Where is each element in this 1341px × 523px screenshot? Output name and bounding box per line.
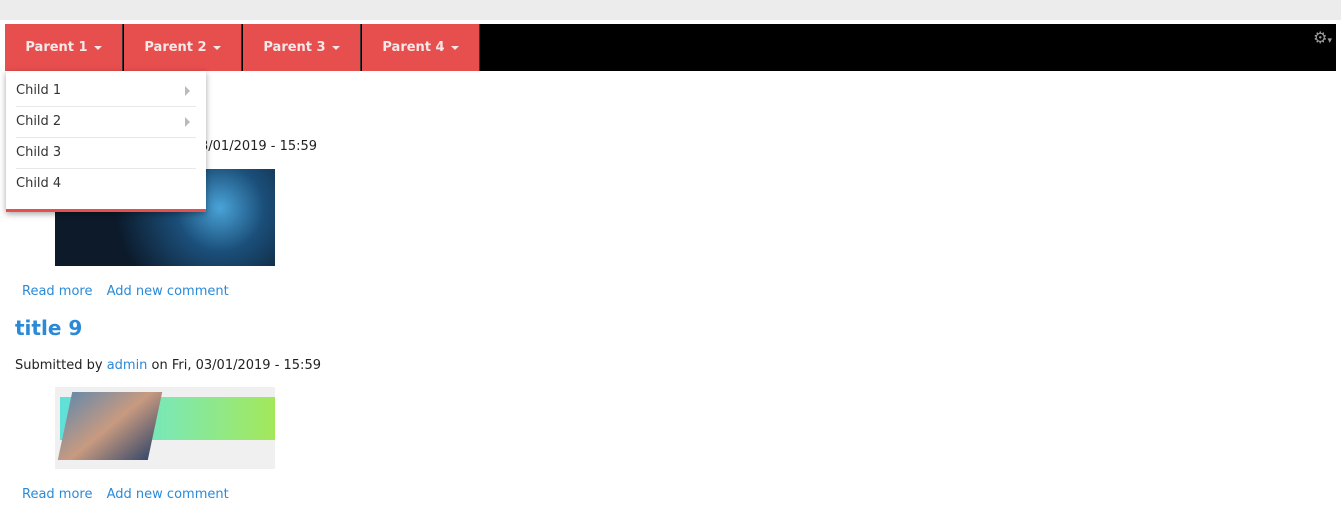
post-title[interactable]: title 9 — [15, 316, 82, 340]
author-link[interactable]: admin — [107, 358, 148, 373]
submitted-date: on Fri, 03/01/2019 - 15:59 — [147, 358, 321, 373]
post-image — [55, 387, 275, 469]
post-submitted-info: 3/01/2019 - 15:59 — [200, 139, 318, 154]
nav-label: Parent 3 — [263, 40, 326, 55]
post-submitted-info: Submitted by admin on Fri, 03/01/2019 - … — [15, 358, 321, 373]
post-links: Read more Add new comment — [22, 284, 239, 299]
chevron-right-icon — [185, 117, 190, 127]
read-more-link[interactable]: Read more — [22, 487, 92, 502]
chevron-right-icon — [185, 86, 190, 96]
gear-icon[interactable]: ⚙▾ — [1313, 28, 1332, 47]
nav-label: Parent 4 — [382, 40, 445, 55]
caret-down-icon — [93, 45, 102, 50]
add-comment-link[interactable]: Add new comment — [107, 487, 229, 502]
menu-item-label: Child 1 — [16, 83, 62, 98]
menu-item-child-3[interactable]: Child 3 — [16, 137, 196, 169]
caret-down-icon — [212, 45, 221, 50]
add-comment-link[interactable]: Add new comment — [107, 284, 229, 299]
menu-item-label: Child 3 — [16, 145, 62, 160]
nav-label: Parent 2 — [144, 40, 207, 55]
menu-item-label: Child 4 — [16, 176, 62, 191]
menu-item-child-1[interactable]: Child 1 — [16, 75, 196, 107]
nav-parent-1[interactable]: Parent 1 — [5, 24, 123, 71]
nav-label: Parent 1 — [25, 40, 88, 55]
caret-down-icon — [331, 45, 340, 50]
post-links: Read more Add new comment — [22, 487, 239, 502]
submitted-prefix: Submitted by — [15, 358, 107, 373]
menu-item-child-4[interactable]: Child 4 — [16, 168, 196, 199]
main-navbar: Parent 1 Parent 2 Parent 3 Parent 4 ⚙▾ — [5, 24, 1336, 71]
read-more-link[interactable]: Read more — [22, 284, 92, 299]
nav-parent-4[interactable]: Parent 4 — [362, 24, 480, 71]
menu-item-label: Child 2 — [16, 114, 62, 129]
nav-parent-3[interactable]: Parent 3 — [243, 24, 361, 71]
parent-1-dropdown-menu: Child 1 Child 2 Child 3 Child 4 — [6, 71, 206, 212]
browser-top-strip — [0, 0, 1341, 20]
caret-down-icon — [450, 45, 459, 50]
menu-item-child-2[interactable]: Child 2 — [16, 106, 196, 138]
nav-parent-2[interactable]: Parent 2 — [124, 24, 242, 71]
